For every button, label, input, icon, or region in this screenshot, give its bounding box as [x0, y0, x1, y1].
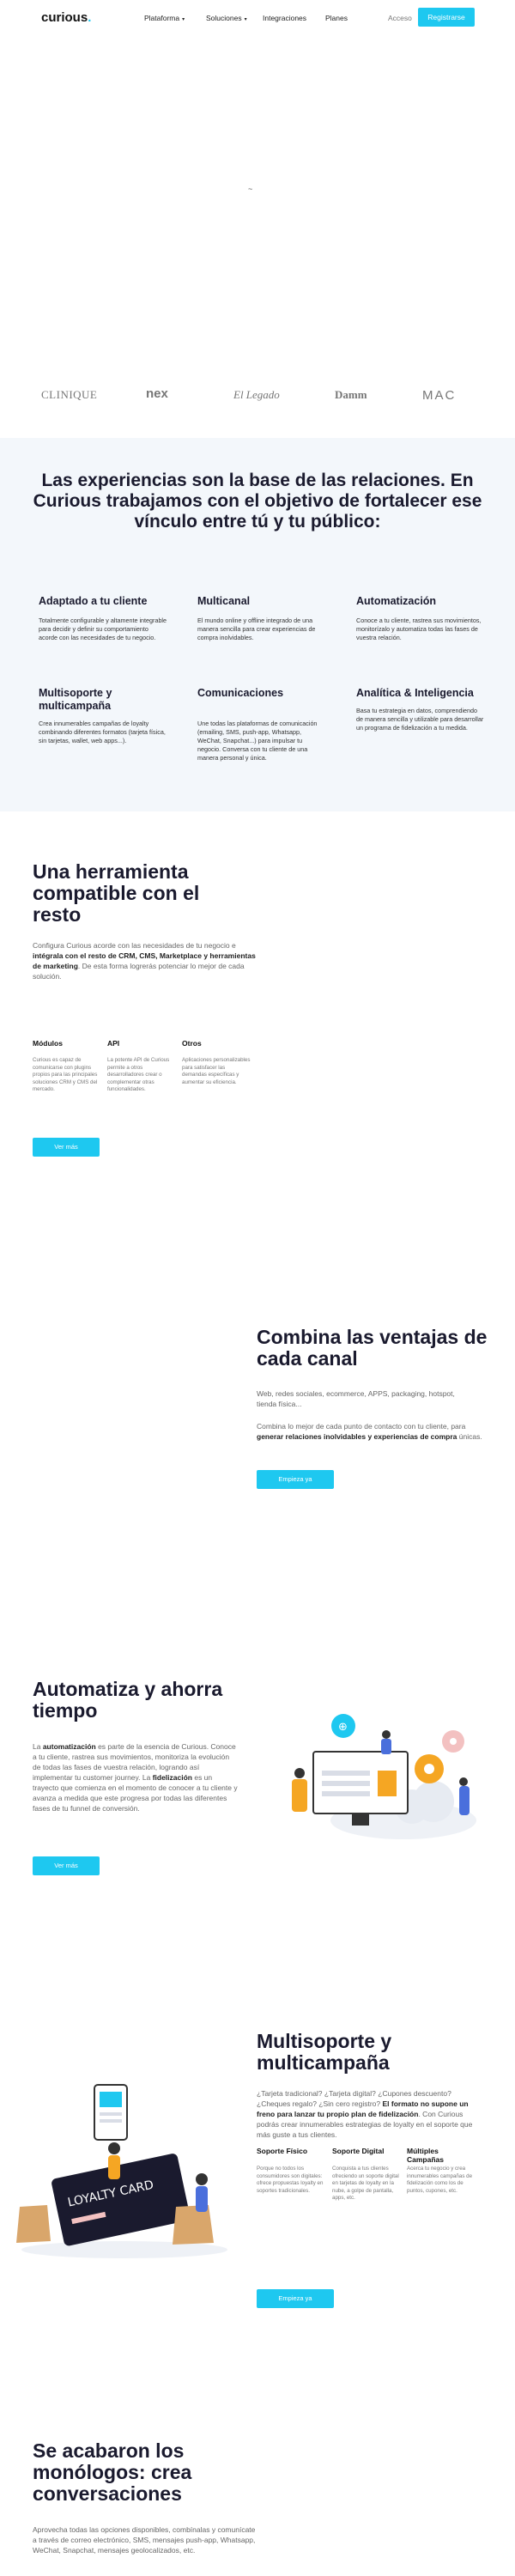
feature-card: Adaptado a tu cliente Totalmente configu…: [39, 595, 167, 642]
col-title: API: [107, 1039, 120, 1048]
col-title: Múltiples Campañas: [407, 2147, 444, 2164]
channels-p1: Web, redes sociales, ecommerce, APPS, pa…: [257, 1389, 455, 1408]
register-button[interactable]: Registrarse: [418, 8, 475, 27]
brand-logo-clinique: CLINIQUE: [41, 388, 98, 401]
channels-heading: Combina las ventajas de cada canal: [257, 1326, 488, 1370]
loading-indicator: ~: [248, 185, 253, 193]
feature-card: Multicanal El mundo online y offline int…: [197, 595, 326, 642]
top-nav: curious. Plataforma ▾ Soluciones ▾ Integra…: [0, 0, 515, 38]
nav-label: Planes: [325, 14, 348, 22]
feature-desc: Basa tu estrategia en datos, comprendien…: [356, 707, 484, 732]
talk-heading: Se acabaron los monólogos: crea conversa…: [33, 2439, 192, 2505]
curious-logo[interactable]: curious.: [41, 10, 91, 25]
logo-dot: .: [88, 10, 92, 25]
col-title: Otros: [182, 1039, 202, 1048]
feature-card: Multisoporte y multicampaña Crea innumer…: [39, 687, 167, 745]
text-run: La: [33, 1742, 43, 1751]
nav-label: Plataforma: [144, 14, 180, 22]
text-run-bold: fidelización: [152, 1773, 192, 1782]
col-title: Soporte Digital: [332, 2147, 385, 2155]
tool-col: Otros Aplicaciones personalizables para …: [182, 1039, 251, 1086]
text-run: Configura Curious acorde con las necesid…: [33, 941, 236, 950]
feature-title: Comunicaciones: [197, 687, 284, 699]
feature-card: Analítica & Inteligencia Basa tu estrate…: [356, 687, 485, 732]
col-title: Módulos: [33, 1039, 63, 1048]
col-desc: Acerca tu negocio y crea innumerables ca…: [407, 2166, 473, 2194]
multi-col: Soporte Físico Porque no todos los consu…: [257, 2147, 325, 2195]
nav-label: Integraciones: [263, 14, 307, 22]
col-desc: Curious es capaz de comunicarse con plug…: [33, 1057, 98, 1092]
text-run-bold: generar relaciones inolvidables y experi…: [257, 1432, 457, 1441]
tool-col: Módulos Curious es capaz de comunicarse …: [33, 1039, 100, 1094]
automation-illustration: ⊕: [292, 1714, 476, 1839]
col-desc: Aplicaciones personalizables para satisf…: [182, 1057, 251, 1085]
brand-logo-el-legado: El Legado: [233, 388, 280, 401]
auto-description: La automatización es parte de la esencia…: [33, 1741, 239, 1814]
feature-title: Multicanal: [197, 595, 251, 607]
feature-desc: Crea innumerables campañas de loyalty co…: [39, 720, 166, 744]
multi-col: Múltiples Campañas Acerca tu negocio y c…: [407, 2147, 477, 2195]
talk-description: Aprovecha todas las opciones disponibles…: [33, 2525, 256, 2555]
auto-heading: Automatiza y ahorra tiempo: [33, 1678, 223, 1722]
nav-item-integraciones[interactable]: Integraciones: [263, 14, 306, 22]
chevron-down-icon: ▾: [182, 17, 185, 22]
feature-title: Multisoporte y multicampaña: [39, 687, 112, 712]
empieza-ya-button[interactable]: Empieza ya: [257, 2289, 334, 2308]
feature-desc: Une todas las plataformas de comunicació…: [197, 720, 318, 762]
text-run-bold: automatización: [42, 1742, 96, 1751]
feature-card: Automatización Conoce a tu cliente, rast…: [356, 595, 485, 642]
tool-heading: Una herramienta compatible con el resto: [33, 860, 200, 926]
tool-description: Configura Curious acorde con las necesid…: [33, 940, 260, 981]
feature-title: Automatización: [356, 595, 437, 607]
tool-col: API La potente API de Curious permite a …: [107, 1039, 172, 1094]
brand-logo-damm: Damm: [335, 388, 367, 401]
feature-title: Adaptado a tu cliente: [39, 595, 148, 607]
loyalty-illustration: LOYALTY CARD: [16, 2084, 227, 2258]
nav-item-plataforma[interactable]: Plataforma ▾: [144, 14, 185, 22]
col-title: Soporte Físico: [257, 2147, 308, 2155]
col-desc: Porque no todos los consumidores son dig…: [257, 2166, 324, 2194]
channels-p2: Combina lo mejor de cada punto de contac…: [257, 1421, 484, 1442]
features-heading: Las experiencias son la base de las rela…: [33, 471, 482, 532]
ver-mas-button[interactable]: Ver más: [33, 1138, 100, 1157]
feature-desc: El mundo online y offline integrado de u…: [197, 617, 316, 641]
feature-desc: Totalmente configurable y altamente inte…: [39, 617, 167, 641]
svg-text:⊕: ⊕: [338, 1721, 348, 1734]
multi-heading: Multisoporte y multicampaña: [257, 2030, 392, 2074]
login-link[interactable]: Acceso: [388, 14, 412, 22]
ver-mas-button[interactable]: Ver más: [33, 1856, 100, 1875]
multi-description: ¿Tarjeta tradicional? ¿Tarjeta digital? …: [257, 2088, 484, 2140]
brand-logo-mac: MAC: [422, 388, 457, 403]
brand-logo-nex: nex: [146, 386, 168, 401]
nav-item-soluciones[interactable]: Soluciones ▾: [206, 14, 247, 22]
nav-item-planes[interactable]: Planes: [325, 14, 348, 22]
empieza-ya-button[interactable]: Empieza ya: [257, 1470, 334, 1489]
text-run: únicas.: [457, 1432, 482, 1441]
multi-col: Soporte Digital Conquista a tus clientes…: [332, 2147, 401, 2202]
text-run: Combina lo mejor de cada punto de contac…: [257, 1422, 466, 1431]
feature-title: Analítica & Inteligencia: [356, 687, 474, 699]
chevron-down-icon: ▾: [244, 17, 247, 22]
nav-label: Soluciones: [206, 14, 242, 22]
col-desc: La potente API de Curious permite a otro…: [107, 1057, 170, 1092]
feature-desc: Conoce a tu cliente, rastrea sus movimie…: [356, 617, 482, 641]
col-desc: Conquista a tus clientes ofreciendo un s…: [332, 2166, 399, 2201]
feature-card: Comunicaciones Une todas las plataformas…: [197, 687, 326, 762]
logo-text: curious: [41, 10, 88, 25]
